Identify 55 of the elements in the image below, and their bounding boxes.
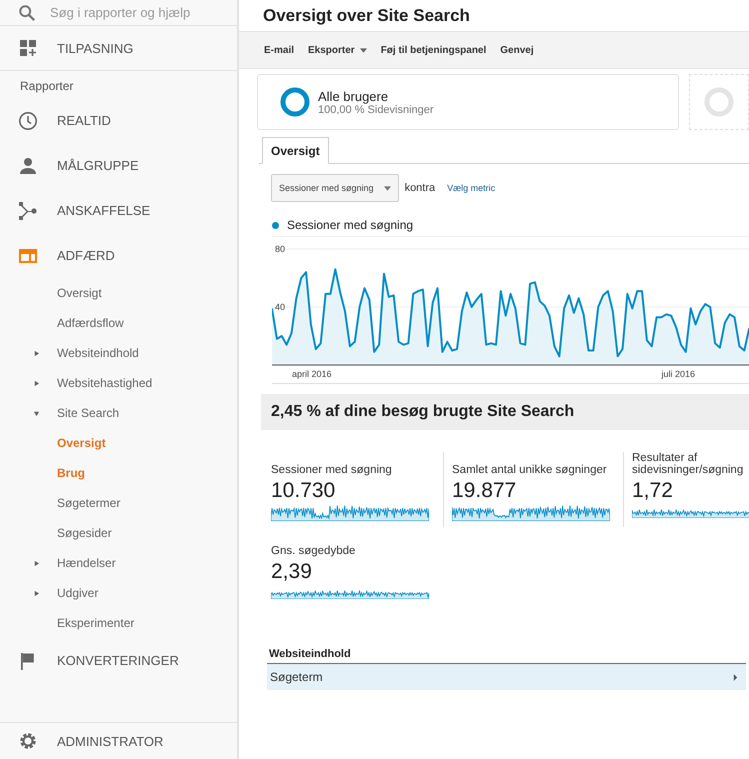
nav-item[interactable]: REALTID xyxy=(0,98,237,143)
tab[interactable]: Oversigt xyxy=(262,137,329,164)
metric-label: Samlet antal unikke søgninger xyxy=(452,464,608,476)
nav-subitem[interactable]: Eksperimenter xyxy=(0,608,237,638)
empty-segment-slot[interactable] xyxy=(689,74,749,130)
metric-label: Sessioner med søgning xyxy=(271,464,393,476)
section-label: Rapporter xyxy=(19,78,74,95)
nav-subitem[interactable]: Oversigt xyxy=(0,278,237,308)
choose-metric-link[interactable]: Vælg metric xyxy=(447,183,496,193)
toolbar-button[interactable]: Føj til betjeningspanel xyxy=(376,43,492,58)
segment-card[interactable]: Alle brugere 100,00 % Sidevisninger xyxy=(257,74,679,130)
dashboard-add-icon xyxy=(18,38,38,58)
admin-item[interactable]: ADMINISTRATOR xyxy=(0,722,237,759)
y-tick-label: 80 xyxy=(275,244,286,254)
ring-icon xyxy=(704,87,734,117)
toolbar-button[interactable]: Genvej xyxy=(495,43,539,58)
gear-icon xyxy=(18,731,38,751)
nav-subitem[interactable]: Søgesider xyxy=(0,518,237,548)
versus-label: kontra xyxy=(404,182,436,194)
page-title: Oversigt over Site Search xyxy=(263,6,471,26)
toolbar-button[interactable]: Eksporter xyxy=(303,43,372,58)
segment-detail: 100,00 % Sidevisninger xyxy=(318,104,434,116)
nav-subitem[interactable]: Adfærdsflow xyxy=(0,308,237,338)
segment-name: Alle brugere xyxy=(318,88,390,104)
caret-icon xyxy=(384,186,391,190)
nav-subitem[interactable]: Websitehastighed xyxy=(0,368,237,398)
customization-item[interactable]: TILPASNING xyxy=(0,26,237,71)
metric-label: Gns. søgedybde xyxy=(271,545,356,557)
metric-value: 2,39 xyxy=(271,560,313,584)
search-field[interactable]: Søg i rapporter og hjælp xyxy=(50,3,220,22)
nav-item[interactable]: MÅLGRUPPE xyxy=(0,143,237,188)
table-row[interactable]: Søgeterm xyxy=(267,664,746,690)
metric-dropdown[interactable]: Sessioner med søgning xyxy=(271,174,399,202)
nav-item[interactable]: ANSKAFFELSE xyxy=(0,188,237,233)
nav-subitem[interactable]: Hændelser xyxy=(0,548,237,578)
nav-item[interactable]: KONVERTERINGER xyxy=(0,638,237,683)
nav-subitem[interactable]: Udgiver xyxy=(0,578,237,608)
x-axis-label: april 2016 xyxy=(292,369,332,379)
metric-value: 10.730 xyxy=(271,479,336,503)
metric-label: Resultater af sidevisninger/søgning xyxy=(632,452,744,476)
chevron-right-icon xyxy=(733,674,738,680)
metric-value: 19.877 xyxy=(452,479,518,503)
toolbar-button[interactable]: E-mail xyxy=(259,43,300,58)
caret-icon xyxy=(360,48,367,53)
summary-banner: 2,45 % af dine besøg brugte Site Search xyxy=(261,394,749,430)
nav-subitem[interactable]: Site Search xyxy=(0,398,237,428)
nav-item[interactable]: ADFÆRD xyxy=(0,233,237,278)
metric-value: 1,72 xyxy=(632,479,674,503)
search-icon xyxy=(18,4,36,22)
nav-subitem[interactable]: Websiteindhold xyxy=(0,338,237,368)
x-axis-label: juli 2016 xyxy=(662,369,696,379)
nav-subitem[interactable]: Søgetermer xyxy=(0,488,237,518)
y-tick-label: 40 xyxy=(275,302,286,312)
ring-icon xyxy=(280,87,310,117)
legend-label: Sessioner med søgning xyxy=(287,218,414,232)
